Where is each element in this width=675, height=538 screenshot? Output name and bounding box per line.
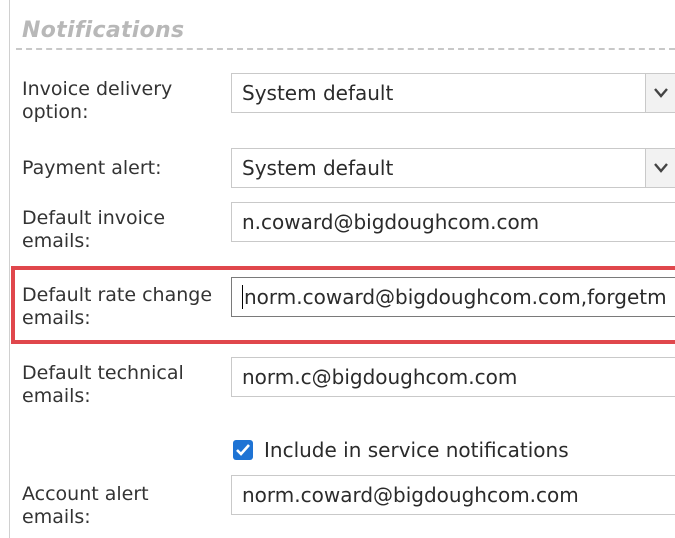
account-alert-emails-label: Account alert emails:: [22, 483, 149, 528]
payment-alert-value: System default: [242, 156, 394, 180]
default-rate-change-emails-value: norm.coward@bigdoughcom.com,forgetm: [244, 285, 667, 309]
invoice-delivery-label: Invoice delivery option:: [22, 78, 173, 123]
default-rate-change-emails-label: Default rate change emails:: [22, 284, 213, 329]
payment-alert-dropdown-button[interactable]: [645, 149, 675, 187]
section-divider: [16, 48, 675, 50]
section-title: Notifications: [22, 18, 185, 43]
default-invoice-emails-input[interactable]: n.coward@bigdoughcom.com: [231, 202, 675, 242]
service-notifications-label: Include in service notifications: [264, 438, 569, 462]
payment-alert-label: Payment alert:: [22, 157, 162, 179]
payment-alert-select[interactable]: System default: [231, 148, 675, 188]
service-notifications-row[interactable]: Include in service notifications: [233, 436, 569, 464]
text-caret: [242, 285, 243, 309]
invoice-delivery-dropdown-button[interactable]: [645, 74, 675, 112]
invoice-delivery-value: System default: [242, 81, 394, 105]
chevron-down-icon: [654, 88, 668, 98]
default-rate-change-emails-input[interactable]: norm.coward@bigdoughcom.com,forgetm: [231, 277, 675, 317]
account-alert-emails-input[interactable]: norm.coward@bigdoughcom.com: [231, 475, 675, 515]
service-notifications-checkbox[interactable]: [233, 440, 253, 460]
default-technical-emails-label: Default technical emails:: [22, 362, 184, 407]
default-technical-emails-input[interactable]: norm.c@bigdoughcom.com: [231, 357, 675, 397]
checkmark-icon: [236, 444, 250, 456]
invoice-delivery-select[interactable]: System default: [231, 73, 675, 113]
default-invoice-emails-label: Default invoice emails:: [22, 207, 166, 252]
chevron-down-icon: [654, 163, 668, 173]
left-border: [9, 0, 10, 538]
